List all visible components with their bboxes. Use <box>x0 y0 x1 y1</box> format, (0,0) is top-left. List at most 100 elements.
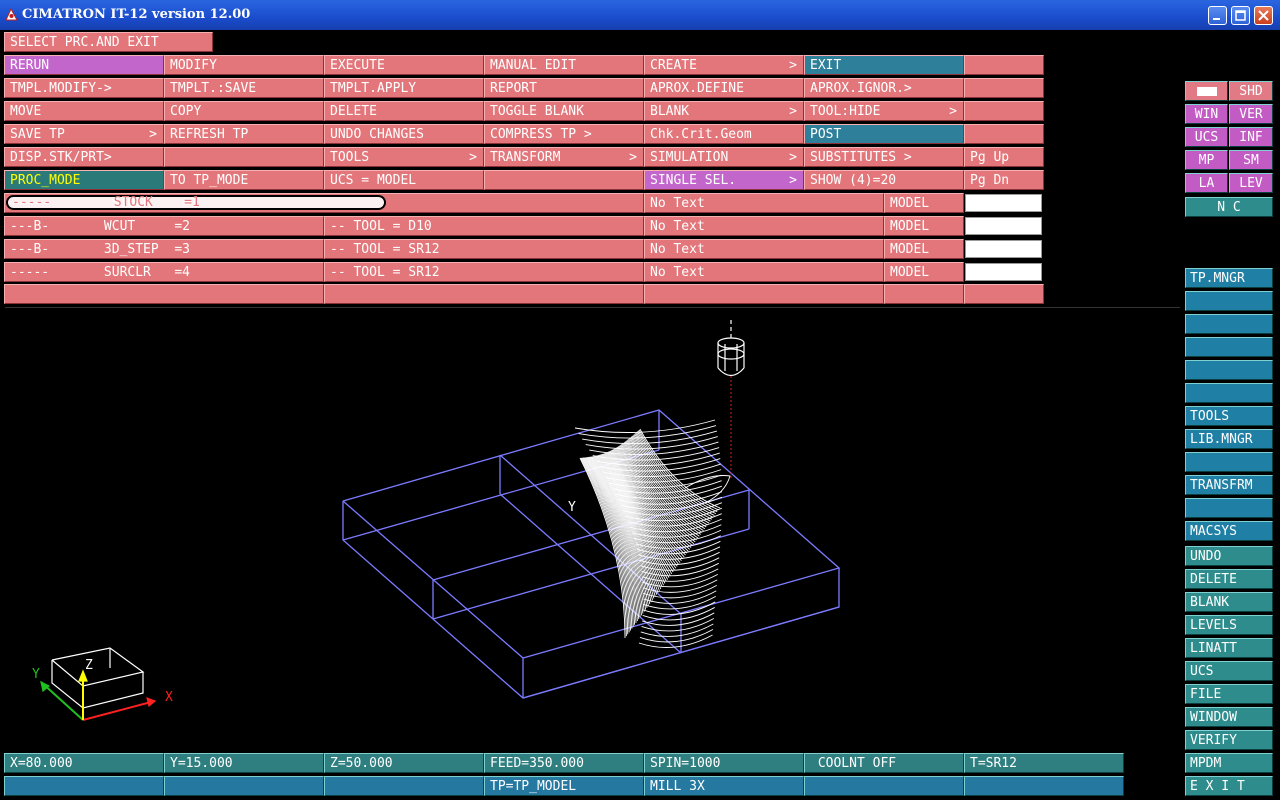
sidebar-delete-button[interactable]: DELETE <box>1185 569 1273 589</box>
procedure-model-cell[interactable]: MODEL <box>884 239 964 259</box>
menu-item-blank[interactable]: BLANK > <box>644 101 804 121</box>
procedure-text-cell[interactable]: No Text <box>644 216 884 236</box>
menu-item-pg-up[interactable]: Pg Up <box>964 147 1044 167</box>
menu-item-substitutes[interactable]: SUBSTITUTES > <box>804 147 964 167</box>
sidebar-e-x-i-t-button[interactable]: E X I T <box>1185 776 1273 796</box>
menu-item-exit[interactable]: EXIT <box>804 55 964 75</box>
menu-item-post[interactable]: POST <box>804 124 964 144</box>
menu-item-chk-crit-geom[interactable]: Chk.Crit.Geom <box>644 124 804 144</box>
sidebar-verify-button[interactable]: VERIFY <box>1185 730 1273 750</box>
sidebar-empty-button[interactable] <box>1185 291 1273 311</box>
procedure-tool-cell[interactable]: -- TOOL = D10 <box>324 216 644 236</box>
procedure-model-cell[interactable]: MODEL <box>884 216 964 236</box>
sidebar-mpdm-button[interactable]: MPDM <box>1185 753 1273 773</box>
sidebar-undo-button[interactable]: UNDO <box>1185 546 1273 566</box>
sidebar-lib-mngr-button[interactable]: LIB.MNGR <box>1185 429 1273 449</box>
procedure-color-swatch[interactable] <box>965 263 1042 281</box>
sidebar-linatt-button[interactable]: LINATT <box>1185 638 1273 658</box>
menu-item-toggle-blank[interactable]: TOGGLE BLANK <box>484 101 644 121</box>
menu-item-ucs-model[interactable]: UCS = MODEL <box>324 170 484 190</box>
menu-item-execute[interactable]: EXECUTE <box>324 55 484 75</box>
menu-item-delete[interactable]: DELETE <box>324 101 484 121</box>
sidebar-toggle-lev[interactable]: LEV <box>1229 173 1273 193</box>
menu-item-refresh-tp[interactable]: REFRESH TP <box>164 124 324 144</box>
sidebar-empty-button[interactable] <box>1185 360 1273 380</box>
procedure-tool-cell[interactable]: -- TOOL = SR12 <box>324 262 644 282</box>
sidebar-macsys-button[interactable]: MACSYS <box>1185 521 1273 541</box>
sidebar-window-button[interactable]: WINDOW <box>1185 707 1273 727</box>
menu-item-disp-stk-prt[interactable]: DISP.STK/PRT> <box>4 147 164 167</box>
procedure-text-cell[interactable]: No Text <box>644 193 884 213</box>
sidebar-transfrm-button[interactable]: TRANSFRM <box>1185 475 1273 495</box>
menu-item-manual-edit[interactable]: MANUAL EDIT <box>484 55 644 75</box>
menu-item-proc-mode[interactable]: PROC_MODE <box>4 170 164 190</box>
sidebar-toggle-ucs[interactable]: UCS <box>1185 127 1228 147</box>
sidebar-toggle-sm[interactable]: SM <box>1229 150 1273 170</box>
sidebar-tp-mngr-button[interactable]: TP.MNGR <box>1185 268 1273 288</box>
menu-item-undo-changes[interactable]: UNDO CHANGES <box>324 124 484 144</box>
sidebar-empty-button[interactable] <box>1185 498 1273 518</box>
minimize-button[interactable] <box>1208 6 1227 25</box>
cimatron-app-icon[interactable] <box>5 8 18 21</box>
close-button[interactable] <box>1254 6 1273 25</box>
procedure-name-cell[interactable]: ---B- WCUT =2 <box>4 216 324 236</box>
procedure-color-swatch[interactable] <box>965 194 1042 212</box>
sidebar-tools-button[interactable]: TOOLS <box>1185 406 1273 426</box>
sidebar-toggle-ver[interactable]: VER <box>1229 104 1273 124</box>
menu-item-aprox-ignor[interactable]: APROX.IGNOR.> <box>804 78 964 98</box>
menu-item-empty[interactable] <box>964 55 1044 75</box>
menu-item-empty[interactable] <box>964 124 1044 144</box>
menu-item-tmpl-modify[interactable]: TMPL.MODIFY-> <box>4 78 164 98</box>
menu-item-single-sel[interactable]: SINGLE SEL. > <box>644 170 804 190</box>
sidebar-toggle-inf[interactable]: INF <box>1229 127 1273 147</box>
sidebar-ucs-button[interactable]: UCS <box>1185 661 1273 681</box>
sidebar-empty-button[interactable] <box>1185 383 1273 403</box>
procedure-text-cell[interactable]: No Text <box>644 239 884 259</box>
menu-item-empty[interactable] <box>964 101 1044 121</box>
menu-item-rerun[interactable]: RERUN <box>4 55 164 75</box>
viewport-canvas[interactable]: Y X Y Z <box>5 308 1180 748</box>
sidebar-toggle-win[interactable]: WIN <box>1185 104 1228 124</box>
menu-item-compress-tp[interactable]: COMPRESS TP > <box>484 124 644 144</box>
menu-item-simulation[interactable]: SIMULATION > <box>644 147 804 167</box>
graphics-viewport[interactable]: Y X Y Z <box>5 307 1180 748</box>
sidebar-file-button[interactable]: FILE <box>1185 684 1273 704</box>
procedure-text-cell[interactable]: No Text <box>644 262 884 282</box>
sidebar-toggle-shd[interactable]: SHD <box>1229 81 1273 101</box>
menu-item-copy[interactable]: COPY <box>164 101 324 121</box>
menu-item-modify[interactable]: MODIFY <box>164 55 324 75</box>
menu-item-tmplt-save[interactable]: TMPLT.:SAVE <box>164 78 324 98</box>
sidebar-blank-button[interactable]: BLANK <box>1185 592 1273 612</box>
sidebar-empty-button[interactable] <box>1185 337 1273 357</box>
maximize-button[interactable] <box>1231 6 1250 25</box>
menu-item-to-tp-mode[interactable]: TO TP_MODE <box>164 170 324 190</box>
menu-item-tool-hide[interactable]: TOOL:HIDE > <box>804 101 964 121</box>
procedure-color-swatch[interactable] <box>965 240 1042 258</box>
menu-item-tmplt-apply[interactable]: TMPLT.APPLY <box>324 78 484 98</box>
menu-item-report[interactable]: REPORT <box>484 78 644 98</box>
procedure-name-cell[interactable]: ----- SURCLR =4 <box>4 262 324 282</box>
sidebar-toggle-la[interactable]: LA <box>1185 173 1228 193</box>
nc-mode-button[interactable]: N C <box>1185 197 1273 217</box>
menu-item-empty[interactable] <box>164 147 324 167</box>
menu-item-create[interactable]: CREATE > <box>644 55 804 75</box>
menu-item-pg-dn[interactable]: Pg Dn <box>964 170 1044 190</box>
menu-item-tools[interactable]: TOOLS > <box>324 147 484 167</box>
sidebar-levels-button[interactable]: LEVELS <box>1185 615 1273 635</box>
menu-item-move[interactable]: MOVE <box>4 101 164 121</box>
procedure-color-swatch[interactable] <box>965 217 1042 235</box>
menu-item-aprox-define[interactable]: APROX.DEFINE <box>644 78 804 98</box>
menu-item-empty[interactable] <box>484 170 644 190</box>
sidebar-toggle-color[interactable] <box>1185 81 1228 101</box>
sidebar-toggle-mp[interactable]: MP <box>1185 150 1228 170</box>
menu-item-empty[interactable] <box>964 78 1044 98</box>
menu-item-show-4-20[interactable]: SHOW (4)=20 <box>804 170 964 190</box>
sidebar-empty-button[interactable] <box>1185 452 1273 472</box>
menu-item-save-tp[interactable]: SAVE TP > <box>4 124 164 144</box>
procedure-model-cell[interactable]: MODEL <box>884 193 964 213</box>
sidebar-empty-button[interactable] <box>1185 314 1273 334</box>
procedure-tool-cell[interactable]: -- TOOL = SR12 <box>324 239 644 259</box>
procedure-name-cell[interactable]: ---B- 3D_STEP =3 <box>4 239 324 259</box>
procedure-model-cell[interactable]: MODEL <box>884 262 964 282</box>
menu-item-transform[interactable]: TRANSFORM > <box>484 147 644 167</box>
